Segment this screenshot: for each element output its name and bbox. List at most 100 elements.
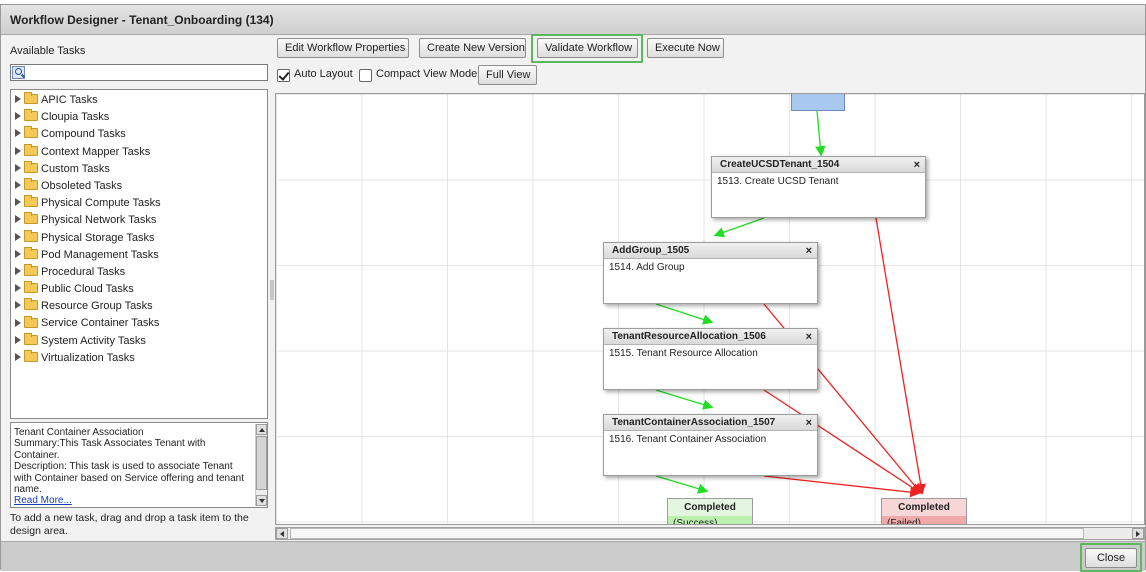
scroll-thumb[interactable] [256, 436, 267, 490]
node-body: 1516. Tenant Container Association [609, 434, 767, 445]
tree-item-label: Physical Compute Tasks [41, 197, 161, 210]
edit-workflow-properties-button[interactable]: Edit Workflow Properties [277, 38, 409, 58]
expand-arrow-icon[interactable] [15, 198, 21, 207]
workflow-designer-window: Workflow Designer - Tenant_Onboarding (1… [0, 4, 1146, 572]
folder-icon [24, 160, 38, 173]
completed-success-node[interactable]: Completed (Success) [667, 498, 753, 524]
expand-arrow-icon[interactable] [15, 181, 21, 190]
panel-splitter[interactable] [270, 280, 274, 300]
folder-icon [24, 246, 38, 259]
node-body: 1514. Add Group [609, 262, 685, 273]
folder-icon [24, 92, 38, 105]
scroll-right-icon[interactable] [1132, 528, 1144, 539]
full-view-button[interactable]: Full View [478, 65, 537, 85]
tree-item-label: Virtualization Tasks [41, 351, 135, 364]
scroll-up-icon[interactable] [256, 424, 267, 435]
folder-icon [24, 332, 38, 345]
tree-item[interactable]: Obsoleted Tasks [11, 178, 267, 195]
tree-item-label: Context Mapper Tasks [41, 145, 151, 158]
end-node-status: (Failed) [882, 516, 966, 524]
expand-arrow-icon[interactable] [15, 95, 21, 104]
tree-item-label: Compound Tasks [41, 128, 126, 141]
tree-item-label: APIC Tasks [41, 94, 98, 106]
expand-arrow-icon[interactable] [15, 318, 21, 327]
task-node[interactable]: CreateUCSDTenant_1504 × 1513. Create UCSD… [711, 156, 926, 218]
tree-item[interactable]: Pod Management Tasks [11, 246, 267, 264]
tree-item[interactable]: Virtualization Tasks [11, 349, 267, 367]
close-icon[interactable]: × [806, 243, 812, 259]
tree-item[interactable]: Physical Compute Tasks [11, 195, 267, 212]
success-line [655, 389, 714, 410]
tree-item-label: Service Container Tasks [41, 317, 160, 330]
auto-layout-label: Auto Layout [294, 68, 353, 80]
tree-item[interactable]: Custom Tasks [11, 160, 267, 178]
expand-arrow-icon[interactable] [15, 352, 21, 361]
failure-line [875, 217, 926, 495]
tree-item[interactable]: Compound Tasks [11, 126, 267, 143]
tree-item[interactable]: Procedural Tasks [11, 263, 267, 281]
folder-icon [24, 229, 38, 242]
description-title: Tenant Container Association [14, 427, 144, 438]
task-node[interactable]: TenantResourceAllocation_1506 × 1515. Ten… [603, 328, 818, 390]
task-node[interactable]: AddGroup_1505 × 1514. Add Group [603, 242, 818, 304]
compact-view-checkbox[interactable] [359, 69, 372, 82]
node-body: 1513. Create UCSD Tenant [717, 176, 839, 187]
expand-arrow-icon[interactable] [15, 301, 21, 310]
folder-icon [24, 212, 38, 225]
execute-now-button[interactable]: Execute Now [647, 38, 724, 58]
design-canvas[interactable]: CreateUCSDTenant_1504 × 1513. Create UCSD… [275, 93, 1145, 525]
expand-arrow-icon[interactable] [15, 232, 21, 241]
expand-arrow-icon[interactable] [15, 112, 21, 121]
tree-item[interactable]: Resource Group Tasks [11, 298, 267, 315]
tree-item-label: Procedural Tasks [41, 265, 126, 278]
tree-item-label: Physical Storage Tasks [41, 231, 155, 244]
drag-drop-hint: To add a new task, drag and drop a task … [10, 512, 249, 537]
expand-arrow-icon[interactable] [15, 163, 21, 172]
folder-icon [24, 126, 38, 139]
close-icon[interactable]: × [806, 329, 812, 345]
dialog-footer: Close [1, 541, 1145, 572]
tree-item-label: Cloupia Tasks [41, 111, 110, 124]
folder-icon [24, 143, 38, 156]
expand-arrow-icon[interactable] [15, 335, 21, 344]
close-icon[interactable]: × [914, 157, 920, 173]
start-node[interactable] [791, 94, 845, 111]
auto-layout-checkbox[interactable] [277, 69, 290, 82]
scroll-down-icon[interactable] [256, 495, 267, 506]
tree-item[interactable]: System Activity Tasks [11, 332, 267, 350]
tree-item[interactable]: Physical Network Tasks [11, 212, 267, 229]
canvas-horizontal-scrollbar[interactable] [275, 527, 1145, 540]
close-icon[interactable]: × [806, 415, 812, 431]
available-tasks-header: Available Tasks [10, 45, 86, 57]
success-line [713, 217, 765, 238]
scroll-left-icon[interactable] [276, 528, 288, 539]
create-new-version-button[interactable]: Create New Version [419, 38, 526, 58]
tree-item[interactable]: Physical Storage Tasks [11, 229, 267, 247]
description-text: Description: This task is used to associ… [14, 461, 244, 496]
expand-arrow-icon[interactable] [15, 266, 21, 275]
expand-arrow-icon[interactable] [15, 146, 21, 155]
expand-arrow-icon[interactable] [15, 249, 21, 258]
validate-workflow-button[interactable]: Validate Workflow [537, 38, 638, 58]
tree-item-label: Public Cloud Tasks [41, 283, 134, 296]
completed-failed-node[interactable]: Completed (Failed) [881, 498, 967, 524]
task-description-box: Tenant Container Association Summary:Thi… [10, 422, 268, 508]
folder-icon [24, 263, 38, 276]
search-icon[interactable] [12, 66, 26, 79]
tree-item[interactable]: Public Cloud Tasks [11, 281, 267, 298]
tree-item[interactable]: Context Mapper Tasks [11, 143, 267, 161]
task-node[interactable]: TenantContainerAssociation_1507 × 1516. T… [603, 414, 818, 476]
available-tasks-panel: Available Tasks APIC Tasks Cloupia Tasks C… [10, 37, 268, 542]
expand-arrow-icon[interactable] [15, 129, 21, 138]
read-more-link[interactable]: Read More... [14, 495, 72, 506]
expand-arrow-icon[interactable] [15, 284, 21, 293]
tree-item[interactable]: Cloupia Tasks [11, 109, 267, 126]
expand-arrow-icon[interactable] [15, 215, 21, 224]
success-line [655, 303, 714, 325]
scroll-thumb[interactable] [290, 528, 1084, 539]
tree-item[interactable]: Service Container Tasks [11, 315, 267, 332]
close-button[interactable]: Close [1085, 548, 1137, 568]
tree-item[interactable]: APIC Tasks [11, 92, 267, 109]
task-search-input[interactable] [27, 65, 265, 80]
description-scrollbar[interactable] [255, 424, 267, 506]
